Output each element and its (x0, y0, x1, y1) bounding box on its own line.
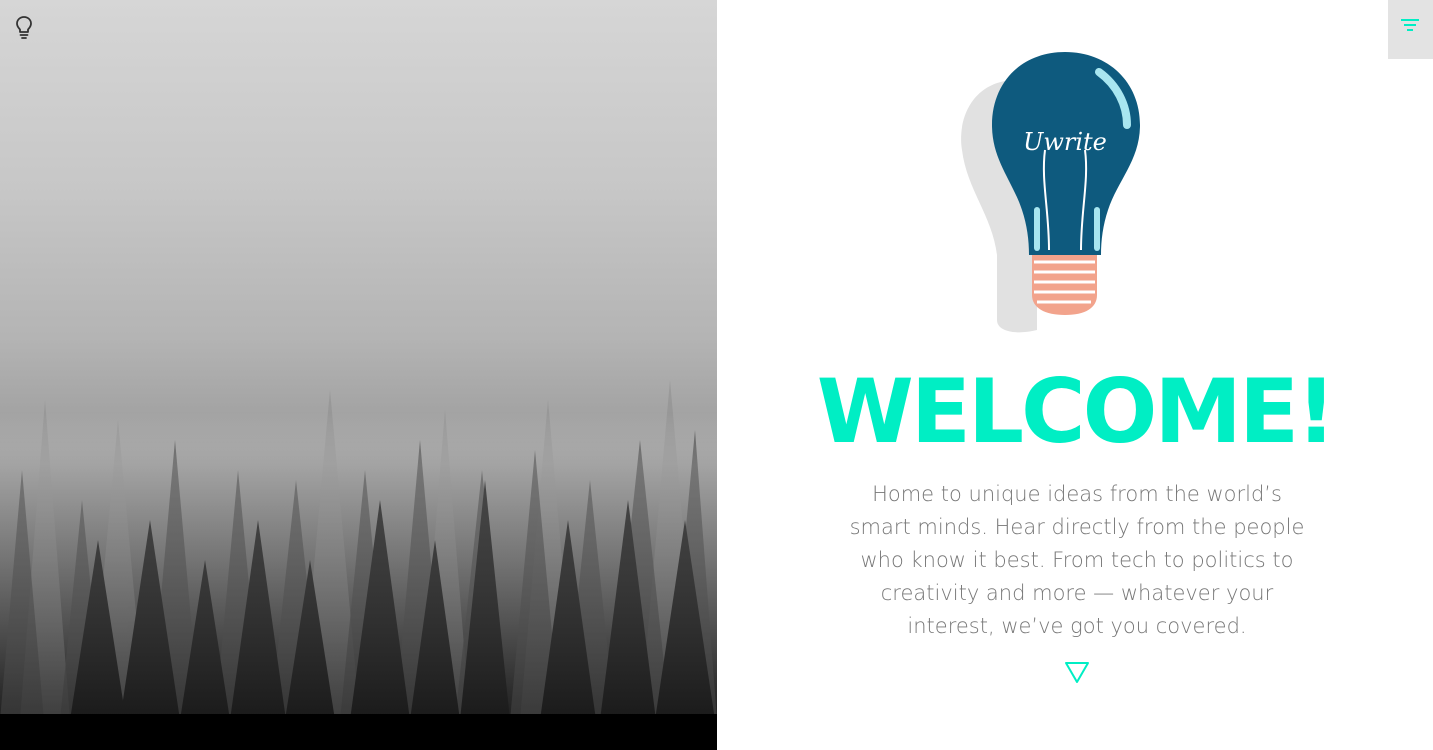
logo-wordmark: Uwrite (1023, 128, 1107, 156)
uwrite-logo: Uwrite (957, 50, 1147, 340)
scroll-down-button[interactable] (1064, 660, 1090, 684)
page: Uwrite WELCOME! Home to unique ideas fro… (0, 0, 1433, 750)
page-title: WELCOME! (816, 360, 1336, 463)
hero-photo (0, 0, 717, 750)
triangle-down-icon (1065, 662, 1089, 683)
welcome-panel: Uwrite WELCOME! Home to unique ideas fro… (717, 0, 1433, 750)
photo-bottom-bar (0, 714, 717, 750)
lightbulb-icon[interactable] (12, 14, 36, 40)
foggy-forest-image (0, 0, 717, 750)
filter-menu-icon (1401, 19, 1419, 31)
intro-text: Home to unique ideas from the world’s sm… (849, 482, 1305, 638)
menu-button[interactable] (1388, 0, 1433, 59)
